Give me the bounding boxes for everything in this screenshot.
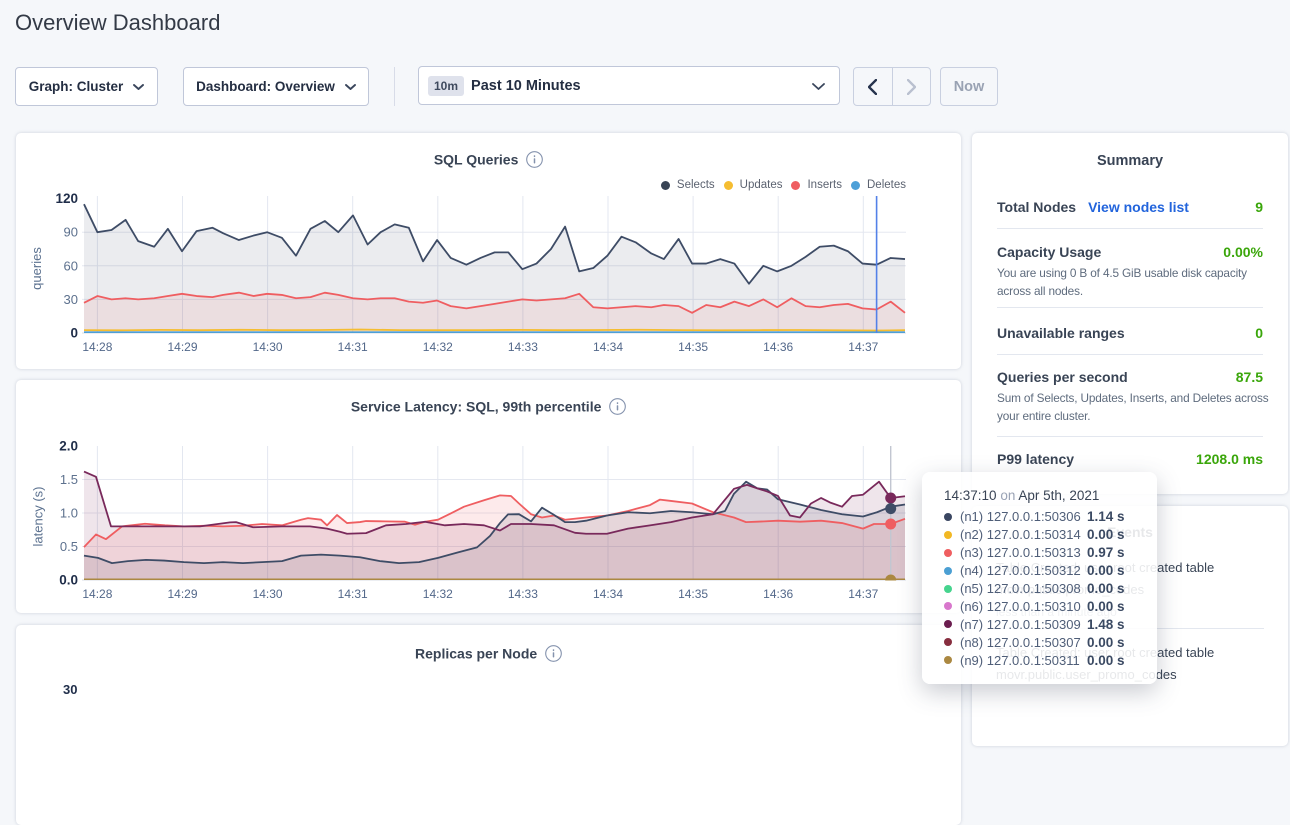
svg-text:90: 90: [64, 225, 78, 240]
svg-text:120: 120: [55, 191, 78, 206]
svg-text:14:34: 14:34: [593, 587, 623, 601]
svg-text:30: 30: [64, 292, 78, 307]
svg-text:14:31: 14:31: [338, 340, 368, 354]
svg-text:14:32: 14:32: [423, 587, 453, 601]
svg-text:14:30: 14:30: [253, 340, 283, 354]
svg-text:14:35: 14:35: [678, 587, 708, 601]
svg-text:14:37: 14:37: [848, 340, 878, 354]
svg-text:14:29: 14:29: [167, 587, 197, 601]
svg-text:14:33: 14:33: [508, 587, 538, 601]
svg-text:1.5: 1.5: [60, 472, 78, 487]
svg-text:14:28: 14:28: [82, 340, 112, 354]
svg-text:0.0: 0.0: [59, 573, 78, 588]
svg-text:14:36: 14:36: [763, 587, 793, 601]
svg-text:2.0: 2.0: [59, 439, 78, 454]
svg-text:14:32: 14:32: [423, 340, 453, 354]
svg-text:14:31: 14:31: [338, 587, 368, 601]
svg-text:1.0: 1.0: [60, 506, 78, 521]
svg-text:0: 0: [70, 326, 78, 341]
svg-text:14:35: 14:35: [678, 340, 708, 354]
svg-text:14:30: 14:30: [253, 587, 283, 601]
svg-text:14:37: 14:37: [848, 587, 878, 601]
svg-text:0.5: 0.5: [60, 539, 78, 554]
svg-text:14:34: 14:34: [593, 340, 623, 354]
svg-text:14:28: 14:28: [82, 587, 112, 601]
svg-text:14:29: 14:29: [167, 340, 197, 354]
svg-text:14:33: 14:33: [508, 340, 538, 354]
svg-text:60: 60: [64, 258, 78, 273]
svg-text:14:36: 14:36: [763, 340, 793, 354]
